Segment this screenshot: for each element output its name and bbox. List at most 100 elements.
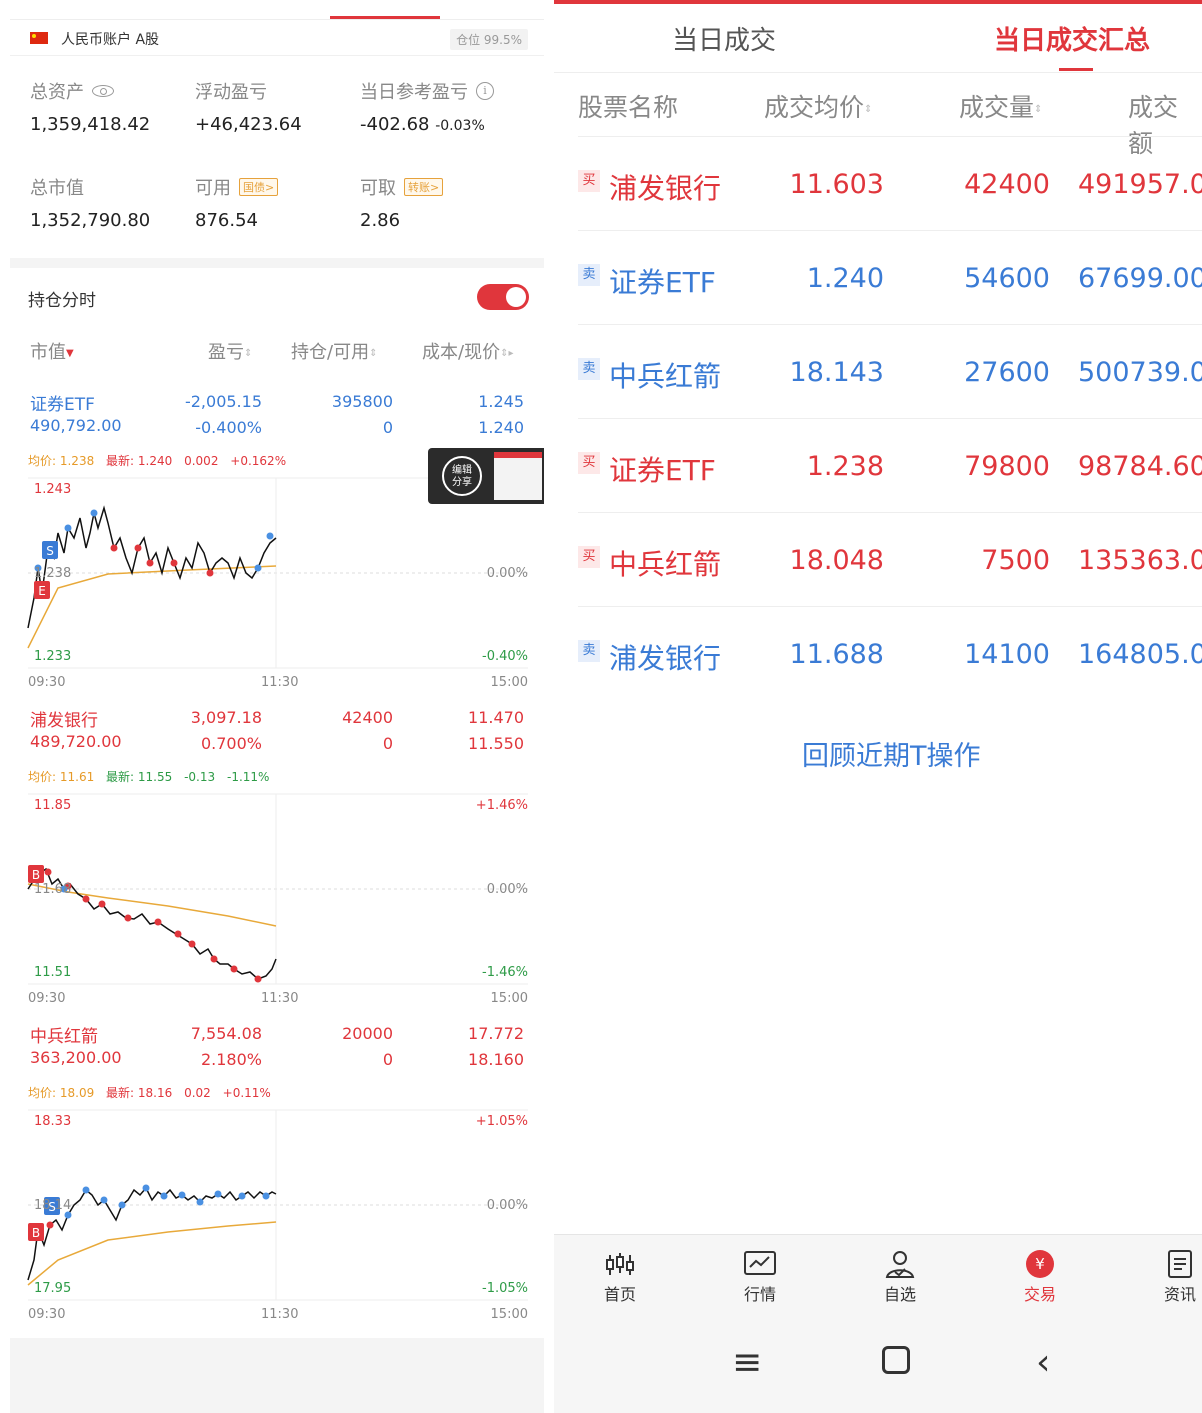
trade-marker: S [42, 541, 58, 559]
trade-marker: B [28, 865, 44, 883]
nav-quotes[interactable]: 行情 [725, 1249, 795, 1305]
trade-volume: 42400 [964, 169, 1050, 200]
intraday-chart[interactable]: B 11.85 11.68 11.51 +1.46% 0.00% -1.46% … [27, 793, 528, 1010]
stock-name: 浦发银行 [30, 711, 98, 731]
col-header-label: 市值 [30, 342, 66, 363]
trade-summary-row[interactable]: 卖中兵红箭 18.143 27600 500739.00 [578, 324, 1202, 418]
trade-point [100, 1196, 108, 1204]
back-icon[interactable]: ‹ [1036, 1342, 1050, 1383]
stock-meta: 均价: 1.238 最新: 1.240 0.002 +0.162% [28, 452, 294, 469]
stock-cost: 17.772 [468, 1024, 524, 1043]
candlestick-icon [603, 1249, 637, 1279]
trade-volume: 7500 [981, 545, 1050, 576]
trade-point [230, 965, 238, 973]
left-footer [10, 1338, 544, 1413]
svg-text:B: B [32, 1226, 40, 1240]
stock-hold: 42400 [342, 708, 393, 727]
trade-point [196, 1198, 204, 1206]
tab-today-trades[interactable]: 当日成交 [672, 20, 776, 57]
y-mid-label: 1.238 [34, 566, 72, 581]
y-high-label: 18.33 [34, 1114, 72, 1129]
user-check-icon [883, 1249, 917, 1279]
time-mid-label: 11:30 [261, 991, 299, 1006]
top-accent-line [554, 0, 1202, 4]
holding-row[interactable]: 证券ETF 490,792.00 -2,005.15 -0.400% 39580… [10, 390, 544, 450]
trade-point [142, 1184, 150, 1192]
nav-home[interactable]: 首页 [585, 1249, 655, 1305]
col-header-volume[interactable]: 成交量⇕ [959, 88, 1042, 124]
r-top-label: +1.46% [475, 798, 528, 813]
scroll-right-icon[interactable]: ▸ [508, 348, 513, 358]
eye-icon[interactable] [92, 85, 114, 97]
section-divider [10, 258, 544, 268]
intraday-chart[interactable]: SB 18.33 18.14 17.95 +1.05% 0.00% -1.05%… [27, 1109, 528, 1326]
trade-summary-panel: 当日成交 当日成交汇总 股票名称 成交均价⇕ 成交量⇕ 成交额 买浦发银行 11.… [554, 0, 1202, 1413]
intraday-chart[interactable]: SE 1.243 1.238 1.233 0.00% -0.40% 09:30 … [27, 477, 528, 694]
trade-point [118, 1201, 126, 1209]
trade-amount: 164805.00 [1078, 639, 1202, 670]
y-mid-label: 18.14 [34, 1198, 72, 1213]
active-tab-indicator [1059, 68, 1093, 71]
buy-badge: 买 [578, 452, 600, 474]
sell-badge: 卖 [578, 640, 600, 662]
col-header-name[interactable]: 股票名称 [578, 88, 678, 124]
col-header-avg-price[interactable]: 成交均价⇕ [764, 88, 872, 124]
price-change-pct: -1.11% [226, 770, 270, 784]
stock-price: 1.240 [478, 418, 524, 437]
sell-badge: 卖 [578, 358, 600, 380]
nav-watchlist[interactable]: 自选 [865, 1249, 935, 1305]
sell-badge: 卖 [578, 264, 600, 286]
col-header-label: 成本/现价 [422, 342, 501, 363]
china-flag-icon [30, 32, 48, 44]
bottom-nav: 首页 行情 自选 ¥ 交易 资讯 [554, 1234, 1202, 1316]
market-value: 总市值 1,352,790.80 [30, 174, 150, 231]
holding-row[interactable]: 浦发银行 489,720.00 3,097.18 0.700% 42400 0 … [10, 706, 544, 766]
review-t-operations-link[interactable]: 回顾近期T操作 [802, 734, 981, 773]
nav-label: 自选 [883, 1285, 916, 1304]
home-icon[interactable] [882, 1346, 910, 1374]
avg-trade-price: 1.238 [806, 451, 884, 482]
available-value: 876.54 [195, 210, 258, 231]
info-icon[interactable]: i [476, 82, 494, 100]
nav-news[interactable]: 资讯 [1145, 1249, 1202, 1305]
stock-avail: 0 [382, 1050, 393, 1069]
trade-point [188, 940, 196, 948]
intraday-toggle[interactable] [477, 284, 529, 310]
treasury-bond-tag[interactable]: 国债> [239, 178, 279, 196]
trade-summary-row[interactable]: 买中兵红箭 18.048 7500 135363.00 [578, 512, 1202, 606]
r-mid-label: 0.00% [486, 566, 528, 581]
y-mid-label: 11.68 [34, 882, 72, 897]
account-row[interactable]: 人民币账户 A股 仓位 99.5% [10, 22, 544, 56]
holding-row[interactable]: 中兵红箭 363,200.00 7,554.08 2.180% 20000 0 … [10, 1022, 544, 1082]
trade-marker: B [28, 1223, 44, 1241]
top-tab-bar[interactable] [10, 0, 544, 20]
recents-icon[interactable]: ≡ [732, 1342, 762, 1383]
trade-summary-row[interactable]: 买证券ETF 1.238 79800 98784.60 [578, 418, 1202, 512]
transfer-tag[interactable]: 转账> [404, 178, 444, 196]
col-header-cost[interactable]: 成本/现价⇕▸ [422, 338, 514, 364]
col-header-hold[interactable]: 持仓/可用⇕ [291, 338, 377, 364]
trade-summary-row[interactable]: 卖证券ETF 1.240 54600 67699.00 [578, 230, 1202, 324]
trade-summary-row[interactable]: 买浦发银行 11.603 42400 491957.00 [578, 136, 1202, 230]
col-header-market-value[interactable]: 市值▼ [30, 338, 74, 364]
trade-summary-row[interactable]: 卖浦发银行 11.688 14100 164805.00 [578, 606, 1202, 700]
col-header-pl[interactable]: 盈亏⇕ [208, 338, 252, 364]
r-top-label: +1.05% [475, 1114, 528, 1129]
edit-share-button[interactable]: 编辑 分享 [442, 456, 482, 496]
stock-pl: 7,554.08 [190, 1024, 262, 1043]
floating-pl-label: 浮动盈亏 [195, 82, 267, 103]
col-header-label: 成交均价 [764, 93, 865, 122]
svg-text:¥: ¥ [1035, 1255, 1045, 1273]
nav-trade[interactable]: ¥ 交易 [1005, 1249, 1075, 1305]
withdrawable-value: 2.86 [360, 210, 401, 231]
avg-price: 均价: 18.09 [28, 1086, 95, 1100]
tab-today-summary[interactable]: 当日成交汇总 [994, 20, 1150, 57]
price-change: 0.02 [184, 1086, 211, 1100]
trade-point [90, 509, 98, 517]
today-ref-pl-label: 当日参考盈亏 [360, 82, 468, 103]
stock-pl: -2,005.15 [184, 392, 262, 411]
edit-share-popup[interactable]: 编辑 分享 [428, 448, 544, 504]
screenshot-thumbnail[interactable] [494, 452, 542, 500]
y-low-label: 1.233 [34, 649, 72, 664]
stock-pl-pct: 2.180% [200, 1050, 262, 1069]
